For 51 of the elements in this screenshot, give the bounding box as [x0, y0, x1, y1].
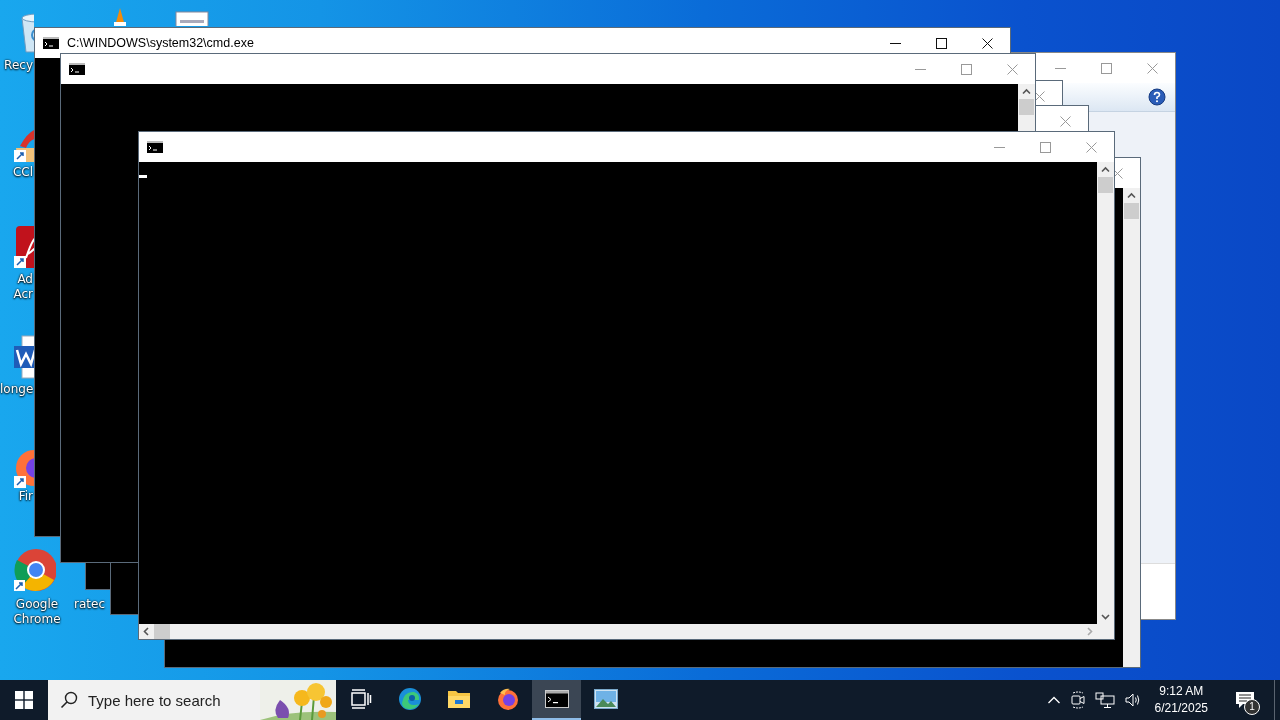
clock-time: 9:12 AM — [1159, 683, 1204, 700]
icon-label: CCl — [11, 165, 33, 180]
icon-label: Recy — [3, 58, 33, 73]
icon-label: Fir — [17, 489, 33, 504]
close-icon — [981, 37, 993, 49]
camera-icon[interactable] — [1069, 691, 1086, 709]
scroll-thumb[interactable] — [154, 624, 170, 639]
console-icon — [69, 63, 85, 75]
search-input[interactable]: Type here to search — [88, 691, 248, 709]
maximize-icon — [935, 37, 947, 49]
network-icon[interactable] — [1094, 691, 1115, 709]
chrome-icon[interactable] — [12, 546, 56, 592]
icon-label: ratec — [74, 597, 104, 612]
icon-label: longe — [0, 382, 33, 397]
window-title: C:\WINDOWS\system32\cmd.exe — [67, 36, 254, 50]
edge-icon — [397, 687, 422, 711]
close-icon — [1006, 63, 1018, 75]
console-icon — [147, 141, 163, 153]
document-icon[interactable] — [12, 224, 34, 270]
maximize-icon — [1100, 62, 1112, 74]
image-icon — [593, 689, 618, 709]
scroll-thumb[interactable] — [1124, 203, 1139, 219]
text-cursor — [139, 175, 147, 178]
close-icon — [1146, 62, 1158, 74]
chevron-up-icon[interactable] — [1046, 695, 1061, 705]
search-icon — [60, 691, 78, 709]
volume-icon[interactable] — [1123, 691, 1142, 709]
search-bar[interactable]: Type here to search — [48, 680, 336, 720]
notification-button[interactable]: 1 — [1225, 680, 1265, 720]
notification-badge: 1 — [1244, 699, 1260, 715]
vertical-scrollbar[interactable] — [1097, 162, 1114, 624]
close-icon — [1059, 115, 1071, 127]
firefox-icon — [495, 687, 520, 711]
clock-date: 6/21/2025 — [1154, 700, 1208, 717]
maximize-icon — [1039, 141, 1051, 153]
windows-icon — [15, 691, 33, 709]
scroll-thumb[interactable] — [1019, 99, 1034, 115]
console-icon — [43, 37, 59, 49]
folder-icon — [446, 688, 471, 710]
icon-label: Google Chrome — [12, 597, 62, 627]
close-icon — [1033, 90, 1045, 102]
maximize-icon — [960, 63, 972, 75]
scroll-thumb[interactable] — [1098, 177, 1113, 193]
console-icon — [544, 690, 569, 708]
clock[interactable]: 9:12 AM 6/21/2025 — [1154, 683, 1208, 717]
help-icon[interactable] — [1148, 88, 1166, 106]
close-icon — [1085, 141, 1097, 153]
taskbar-app[interactable] — [532, 680, 581, 720]
vertical-scrollbar[interactable] — [1123, 188, 1140, 667]
task-view-icon — [349, 689, 372, 709]
icon-label: Ad Acr — [12, 272, 33, 302]
